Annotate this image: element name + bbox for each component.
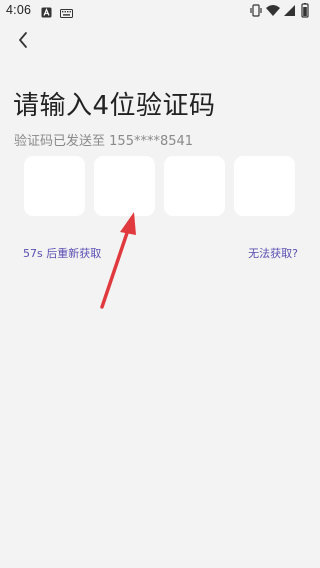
code-sent-notice: 验证码已发送至 155****8541 (14, 130, 193, 149)
wifi-icon (266, 5, 280, 16)
battery-icon (301, 3, 309, 18)
resend-countdown[interactable]: 57s 后重新获取 (23, 245, 101, 261)
status-bar: 4:06 (0, 0, 320, 22)
back-button[interactable] (12, 28, 36, 52)
status-icons (250, 3, 316, 19)
code-digit-box-4[interactable] (234, 156, 295, 216)
code-digit-box-3[interactable] (164, 156, 225, 216)
vibrate-icon (250, 4, 262, 17)
code-digit-box-2[interactable] (94, 156, 155, 216)
status-time: 4:06 (6, 3, 32, 17)
app-notification-icon (41, 5, 52, 23)
keyboard-icon (60, 5, 73, 23)
cannot-get-code-link[interactable]: 无法获取? (248, 245, 298, 261)
signal-icon (284, 5, 295, 16)
code-digit-box-1[interactable] (24, 156, 85, 216)
chevron-left-icon (19, 32, 27, 48)
page-title: 请输入4位验证码 (13, 91, 216, 121)
code-sent-label: 验证码已发送至 (14, 134, 106, 149)
phone-number: 155****8541 (109, 134, 194, 149)
